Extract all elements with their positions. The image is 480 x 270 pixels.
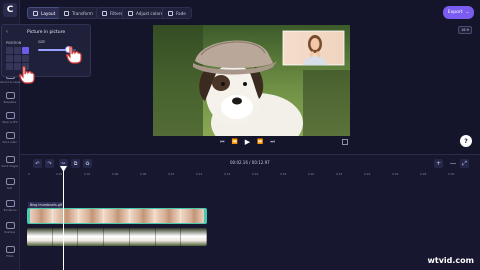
position-bottom-left[interactable]	[6, 63, 13, 70]
pointer-hand-icon	[19, 66, 35, 84]
filters-icon	[5, 246, 15, 253]
property-toolbar: Layout Transform Filters Adjust colors F…	[20, 0, 480, 26]
sidebar-item-stock-images[interactable]: Stock images	[0, 156, 20, 168]
clip-thumbnail	[155, 228, 182, 246]
fade-icon	[168, 10, 173, 16]
watermark: wtvid.com	[427, 256, 474, 265]
timeline-ruler: 0 0:02 0:04 0:06 0:08 0:10 0:12 0:14 0:1…	[28, 172, 455, 176]
position-top-left[interactable]	[6, 47, 13, 54]
clip-thumbnail	[104, 228, 130, 246]
position-center[interactable]	[14, 55, 21, 62]
play-icon[interactable]: ▶	[245, 138, 250, 146]
size-label: SIZE	[38, 40, 46, 44]
sidebar-item-overlays[interactable]: Overlays	[0, 222, 20, 234]
position-middle-left[interactable]	[6, 55, 13, 62]
clip-thumbnail	[180, 209, 206, 223]
templates-icon	[5, 92, 15, 99]
stock-images-icon	[5, 156, 15, 163]
trim-handle-right[interactable]	[204, 209, 206, 223]
aspect-ratio-button[interactable]: 16:9	[458, 26, 472, 34]
zoom-slider[interactable]	[450, 163, 456, 164]
clip-thumbnail	[52, 228, 79, 246]
trim-handle-left[interactable]	[28, 209, 30, 223]
layout-icon	[33, 10, 38, 16]
position-middle-right[interactable]	[22, 55, 29, 62]
position-label: POSITION	[6, 41, 22, 45]
clip-thumbnail	[53, 209, 79, 223]
music-icon	[5, 112, 15, 119]
sidebar-item-filters[interactable]: Filters	[0, 246, 20, 258]
fast-forward-icon[interactable]: ⏩	[257, 139, 263, 145]
panel-title: Picture in picture	[27, 30, 66, 35]
clip-thumbnail	[104, 209, 130, 223]
pointer-hand-icon	[66, 46, 82, 64]
timeline-toolbar: ↶ ↷ ✂ ⧉ ♻ 00:02.16 / 00:12.97 + ⤢	[20, 155, 480, 171]
tab-transform[interactable]: Transform	[58, 7, 99, 19]
clip-thumbnail	[181, 228, 207, 246]
delete-icon[interactable]: ♻	[83, 159, 92, 168]
overlays-icon	[5, 222, 15, 229]
app-logo[interactable]: C	[3, 3, 17, 17]
sidebar-item-text[interactable]: Text	[0, 178, 20, 190]
skip-forward-icon[interactable]: ⏭	[270, 139, 275, 145]
stock-video-icon	[5, 132, 15, 139]
preview-frame	[153, 25, 350, 136]
sidebar-item-stock-video[interactable]: Stock video	[0, 132, 20, 144]
filters-icon	[102, 10, 107, 16]
video-editor-app: C Record & create Templates Music & SFX …	[0, 0, 480, 270]
clip-thumbnail	[28, 209, 54, 223]
text-icon	[5, 178, 15, 185]
sidebar-item-templates[interactable]: Templates	[0, 92, 20, 104]
playhead[interactable]	[63, 168, 64, 270]
back-arrow-icon[interactable]: ‹	[6, 29, 8, 35]
position-top-right[interactable]	[22, 47, 29, 54]
clip-thumbnail	[78, 228, 105, 246]
fullscreen-icon[interactable]	[342, 139, 348, 145]
video-preview[interactable]	[153, 25, 350, 136]
export-button[interactable]: Export ⌄	[443, 6, 474, 19]
clip-thumbnail	[78, 209, 105, 223]
help-button[interactable]: ?	[460, 135, 472, 147]
clip-thumbnail	[129, 228, 156, 246]
clip-thumbnail	[129, 209, 156, 223]
zoom-in-icon[interactable]: +	[434, 159, 443, 168]
skip-back-icon[interactable]: ⏮	[220, 139, 225, 145]
rewind-icon[interactable]: ⏪	[232, 139, 238, 145]
expand-icon[interactable]: ⤢	[460, 159, 469, 168]
sidebar-item-music[interactable]: Music & SFX	[0, 112, 20, 124]
transitions-icon	[5, 200, 15, 207]
position-top-center[interactable]	[14, 47, 21, 54]
redo-icon[interactable]: ↷	[45, 159, 54, 168]
main-video-clip[interactable]	[27, 228, 207, 246]
clip-thumbnail	[27, 228, 53, 246]
adjust-colors-icon	[128, 10, 133, 16]
player-controls: ⏮ ⏪ ▶ ⏩ ⏭	[220, 138, 275, 146]
tab-fade[interactable]: Fade	[162, 7, 192, 19]
undo-icon[interactable]: ↶	[33, 159, 42, 168]
tab-layout[interactable]: Layout	[27, 7, 62, 19]
sidebar-item-transitions[interactable]: Transitions	[0, 200, 20, 212]
pip-clip[interactable]	[27, 208, 207, 224]
clip-thumbnail	[155, 209, 181, 223]
duplicate-icon[interactable]: ⧉	[71, 159, 80, 168]
transform-icon	[64, 10, 69, 16]
chevron-down-icon: ⌄	[465, 10, 470, 15]
time-display: 00:02.16 / 00:12.97	[230, 160, 270, 165]
